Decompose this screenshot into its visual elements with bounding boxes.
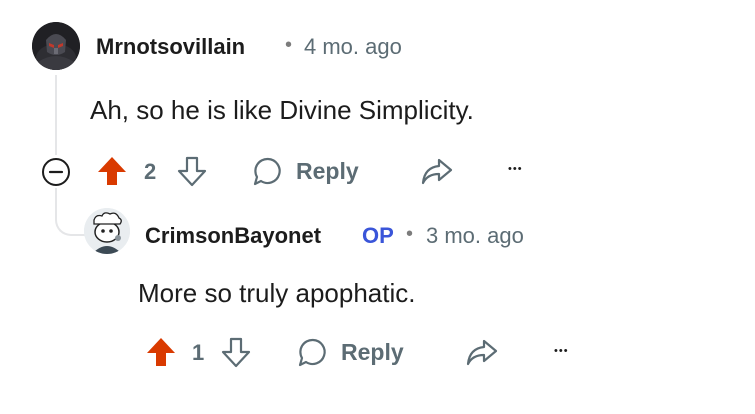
upvote-arrow-icon	[98, 157, 126, 185]
reply-label: Reply	[296, 157, 359, 184]
meta-separator: •	[406, 223, 414, 245]
upvote-button[interactable]	[96, 155, 128, 187]
reply-button[interactable]: Reply	[297, 336, 404, 368]
more-options-button[interactable]: •••	[554, 345, 569, 357]
share-button[interactable]	[420, 155, 454, 187]
comment-timestamp[interactable]: 4 mo. ago	[304, 34, 402, 60]
op-badge: OP	[362, 223, 394, 248]
reply-button[interactable]: Reply	[252, 155, 359, 187]
comment-body: More so truly apophatic.	[138, 278, 416, 308]
upvote-arrow-icon	[147, 338, 175, 366]
collapse-button[interactable]	[41, 157, 71, 187]
comment-body: Ah, so he is like Divine Simplicity.	[90, 95, 474, 125]
vote-count: 1	[192, 340, 205, 365]
comment-author[interactable]: CrimsonBayonet	[145, 223, 321, 249]
vote-count: 2	[144, 159, 157, 184]
reply-label: Reply	[341, 338, 404, 365]
comment-bubble-icon	[253, 157, 281, 186]
comment-author[interactable]: Mrnotsovillain	[96, 34, 245, 60]
downvote-arrow-icon	[221, 337, 251, 368]
more-options-button[interactable]: •••	[508, 163, 523, 175]
thread-line-main	[55, 75, 57, 155]
meta-separator: •	[285, 34, 293, 56]
share-arrow-icon	[466, 339, 498, 366]
share-arrow-icon	[421, 158, 453, 185]
upvote-button[interactable]	[145, 336, 177, 368]
comment-bubble-icon	[298, 338, 326, 367]
downvote-button[interactable]	[176, 155, 208, 187]
downvote-button[interactable]	[220, 336, 252, 368]
thread-line-curve	[55, 200, 87, 236]
comment-timestamp[interactable]: 3 mo. ago	[426, 223, 524, 249]
avatar[interactable]	[32, 22, 80, 70]
downvote-arrow-icon	[177, 156, 207, 187]
collapse-icon	[42, 158, 70, 186]
avatar[interactable]	[84, 208, 130, 254]
share-button[interactable]	[465, 336, 499, 368]
